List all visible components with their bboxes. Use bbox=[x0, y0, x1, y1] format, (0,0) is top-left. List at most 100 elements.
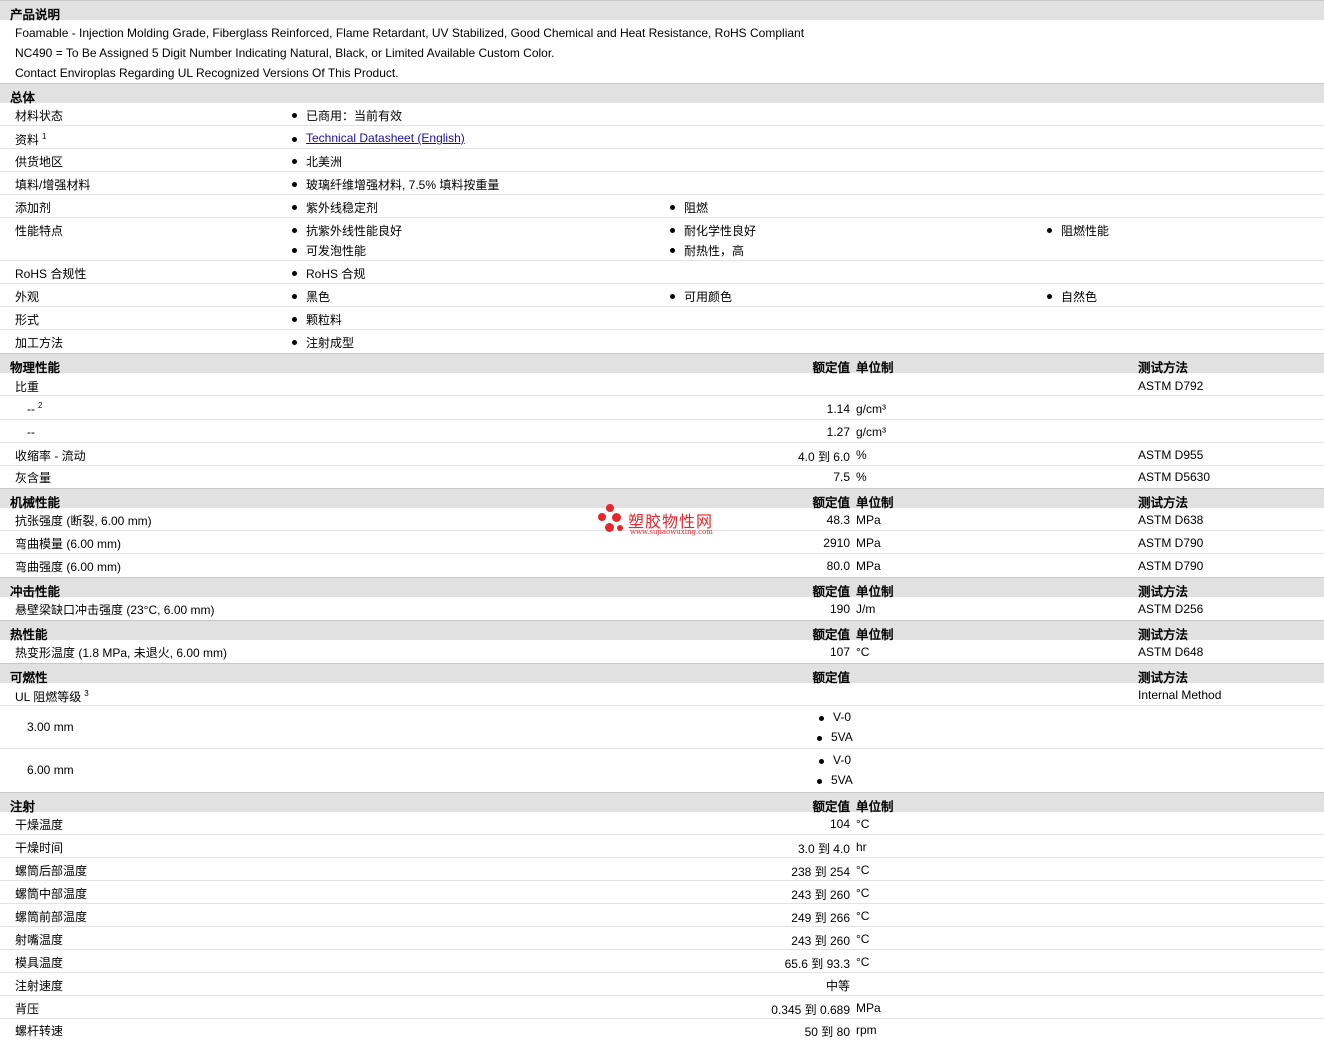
bullet-item: 自然色 bbox=[1046, 288, 1097, 305]
row-label: 热变形温度 (1.8 MPa, 未退火, 6.00 mm) bbox=[15, 646, 228, 660]
row-label: 供货地区 bbox=[15, 155, 64, 169]
row-label: 灰含量 bbox=[15, 471, 52, 485]
row-filler: 填料/增强材料 玻璃纤维增强材料, 7.5% 填料按重量 bbox=[0, 172, 1324, 195]
row-heat-deflection: 热变形温度 (1.8 MPa, 未退火, 6.00 mm) 107 °C AST… bbox=[0, 640, 1324, 663]
section-title: 产品说明 bbox=[10, 8, 61, 22]
value: 3.0 到 4.0 bbox=[797, 842, 850, 856]
row-back-pressure: 背压 0.345 到 0.689 MPa bbox=[0, 996, 1324, 1019]
row-label: 外观 bbox=[15, 290, 40, 304]
row-label: 螺筒后部温度 bbox=[15, 864, 88, 878]
test-method: ASTM D790 bbox=[1138, 536, 1204, 550]
unit: g/cm³ bbox=[856, 402, 886, 416]
unit: MPa bbox=[856, 536, 881, 550]
unit: °C bbox=[856, 955, 870, 969]
unit: MPa bbox=[856, 1001, 881, 1015]
unit: °C bbox=[856, 863, 870, 877]
bullet-item: RoHS 合规 bbox=[291, 265, 365, 282]
row-label: 射嘴温度 bbox=[15, 933, 64, 947]
row-label: -- 2 bbox=[27, 401, 43, 416]
footnote-marker: 1 bbox=[42, 132, 47, 141]
row-label: 干燥时间 bbox=[15, 841, 64, 855]
test-method: ASTM D5630 bbox=[1138, 470, 1211, 484]
bullet-item: 颗粒料 bbox=[291, 311, 342, 328]
value: 50 到 80 bbox=[804, 1025, 850, 1039]
test-method: ASTM D790 bbox=[1138, 559, 1204, 573]
unit: °C bbox=[856, 817, 870, 831]
test-method: ASTM D955 bbox=[1138, 448, 1204, 462]
technical-datasheet-link[interactable]: Technical Datasheet (English) bbox=[306, 131, 465, 145]
unit: g/cm³ bbox=[856, 425, 886, 439]
row-label: 材料状态 bbox=[15, 109, 64, 123]
bullet-item: 注射成型 bbox=[291, 334, 354, 351]
value: 80.0 bbox=[826, 559, 850, 573]
footnote-marker: 2 bbox=[38, 401, 43, 410]
bullet-item: V-0 bbox=[818, 710, 851, 724]
unit: °C bbox=[856, 886, 870, 900]
test-method: ASTM D648 bbox=[1138, 645, 1204, 659]
row-specific-gravity-sub: -- 1.27 g/cm³ bbox=[0, 420, 1324, 443]
unit: J/m bbox=[856, 602, 876, 616]
bullet-item: 耐化学性良好 bbox=[669, 222, 756, 239]
unit: % bbox=[856, 470, 867, 484]
value: 2910 bbox=[823, 536, 850, 550]
value: 48.3 bbox=[826, 513, 850, 527]
value: 65.6 到 93.3 bbox=[784, 957, 850, 971]
row-label: 形式 bbox=[15, 313, 40, 327]
row-processing: 加工方法 注射成型 bbox=[0, 330, 1324, 353]
row-shrinkage: 收缩率 - 流动 4.0 到 6.0 % ASTM D955 bbox=[0, 443, 1324, 466]
bullet-item: 可发泡性能 bbox=[291, 242, 366, 259]
section-physical: 物理性能 额定值 单位制 测试方法 bbox=[0, 353, 1324, 375]
bullet-item: 抗紫外线性能良好 bbox=[291, 222, 402, 239]
row-nozzle-temp: 射嘴温度 243 到 260 °C bbox=[0, 927, 1324, 950]
row-specific-gravity: 比重 ASTM D792 bbox=[0, 373, 1324, 396]
row-label: 背压 bbox=[15, 1002, 40, 1016]
row-appearance: 外观 黑色 可用颜色 自然色 bbox=[0, 284, 1324, 307]
row-material-status: 材料状态 已商用：当前有效 bbox=[0, 103, 1324, 126]
value: 249 到 266 bbox=[791, 911, 850, 925]
row-label: 加工方法 bbox=[15, 336, 64, 350]
bullet-item: Technical Datasheet (English) bbox=[291, 131, 465, 145]
unit: °C bbox=[856, 645, 870, 659]
row-documents: 资料 1 Technical Datasheet (English) bbox=[0, 126, 1324, 149]
bullet-item: 已商用：当前有效 bbox=[291, 107, 402, 124]
bullet-item: 北美洲 bbox=[291, 153, 342, 170]
row-label: 添加剂 bbox=[15, 201, 52, 215]
section-general: 总体 bbox=[0, 83, 1324, 105]
row-label: 螺筒前部温度 bbox=[15, 910, 88, 924]
row-label: 弯曲模量 (6.00 mm) bbox=[15, 537, 122, 551]
test-method: ASTM D792 bbox=[1138, 379, 1204, 393]
row-ul-rating: UL 阻燃等级 3 Internal Method bbox=[0, 683, 1324, 706]
unit: °C bbox=[856, 909, 870, 923]
row-ul-3mm: 3.00 mm V-0 5VA bbox=[0, 706, 1324, 749]
row-features: 性能特点 抗紫外线性能良好 耐化学性良好 阻燃性能 可发泡性能 耐热性，高 bbox=[0, 218, 1324, 261]
logo-dot bbox=[617, 525, 623, 531]
datasheet: 产品说明 Foamable - Injection Molding Grade,… bbox=[0, 0, 1324, 1042]
value: 中等 bbox=[825, 979, 850, 993]
row-label: 6.00 mm bbox=[27, 763, 74, 777]
row-label: 悬壁梁缺口冲击强度 (23°C, 6.00 mm) bbox=[15, 603, 215, 617]
row-label: 资料 1 bbox=[15, 132, 47, 147]
bullet-item: 黑色 bbox=[291, 288, 330, 305]
value: 243 到 260 bbox=[791, 934, 850, 948]
watermark-logo: 塑胶物性网 www.sujiaowuxing.com bbox=[598, 504, 738, 538]
logo-dot bbox=[606, 504, 614, 512]
value: 1.27 bbox=[826, 425, 850, 439]
row-label: 收缩率 - 流动 bbox=[15, 449, 86, 463]
section-description: 产品说明 bbox=[0, 0, 1324, 22]
row-label: 性能特点 bbox=[15, 224, 64, 238]
row-label: 螺杆转速 bbox=[15, 1024, 64, 1038]
bullet-item: 阻燃性能 bbox=[1046, 222, 1109, 239]
row-ul-6mm: 6.00 mm V-0 5VA bbox=[0, 749, 1324, 792]
unit: hr bbox=[856, 840, 867, 854]
value: 0.345 到 0.689 bbox=[771, 1003, 850, 1017]
logo-dot bbox=[605, 523, 614, 532]
unit: rpm bbox=[856, 1023, 877, 1037]
row-label: RoHS 合规性 bbox=[15, 267, 87, 281]
row-screw-speed: 螺杆转速 50 到 80 rpm bbox=[0, 1019, 1324, 1042]
row-label: 干燥温度 bbox=[15, 818, 64, 832]
value: 7.5 bbox=[833, 470, 850, 484]
unit: °C bbox=[856, 932, 870, 946]
row-drying-time: 干燥时间 3.0 到 4.0 hr bbox=[0, 835, 1324, 858]
row-label: 螺筒中部温度 bbox=[15, 887, 88, 901]
row-rear-temp: 螺筒后部温度 238 到 254 °C bbox=[0, 858, 1324, 881]
